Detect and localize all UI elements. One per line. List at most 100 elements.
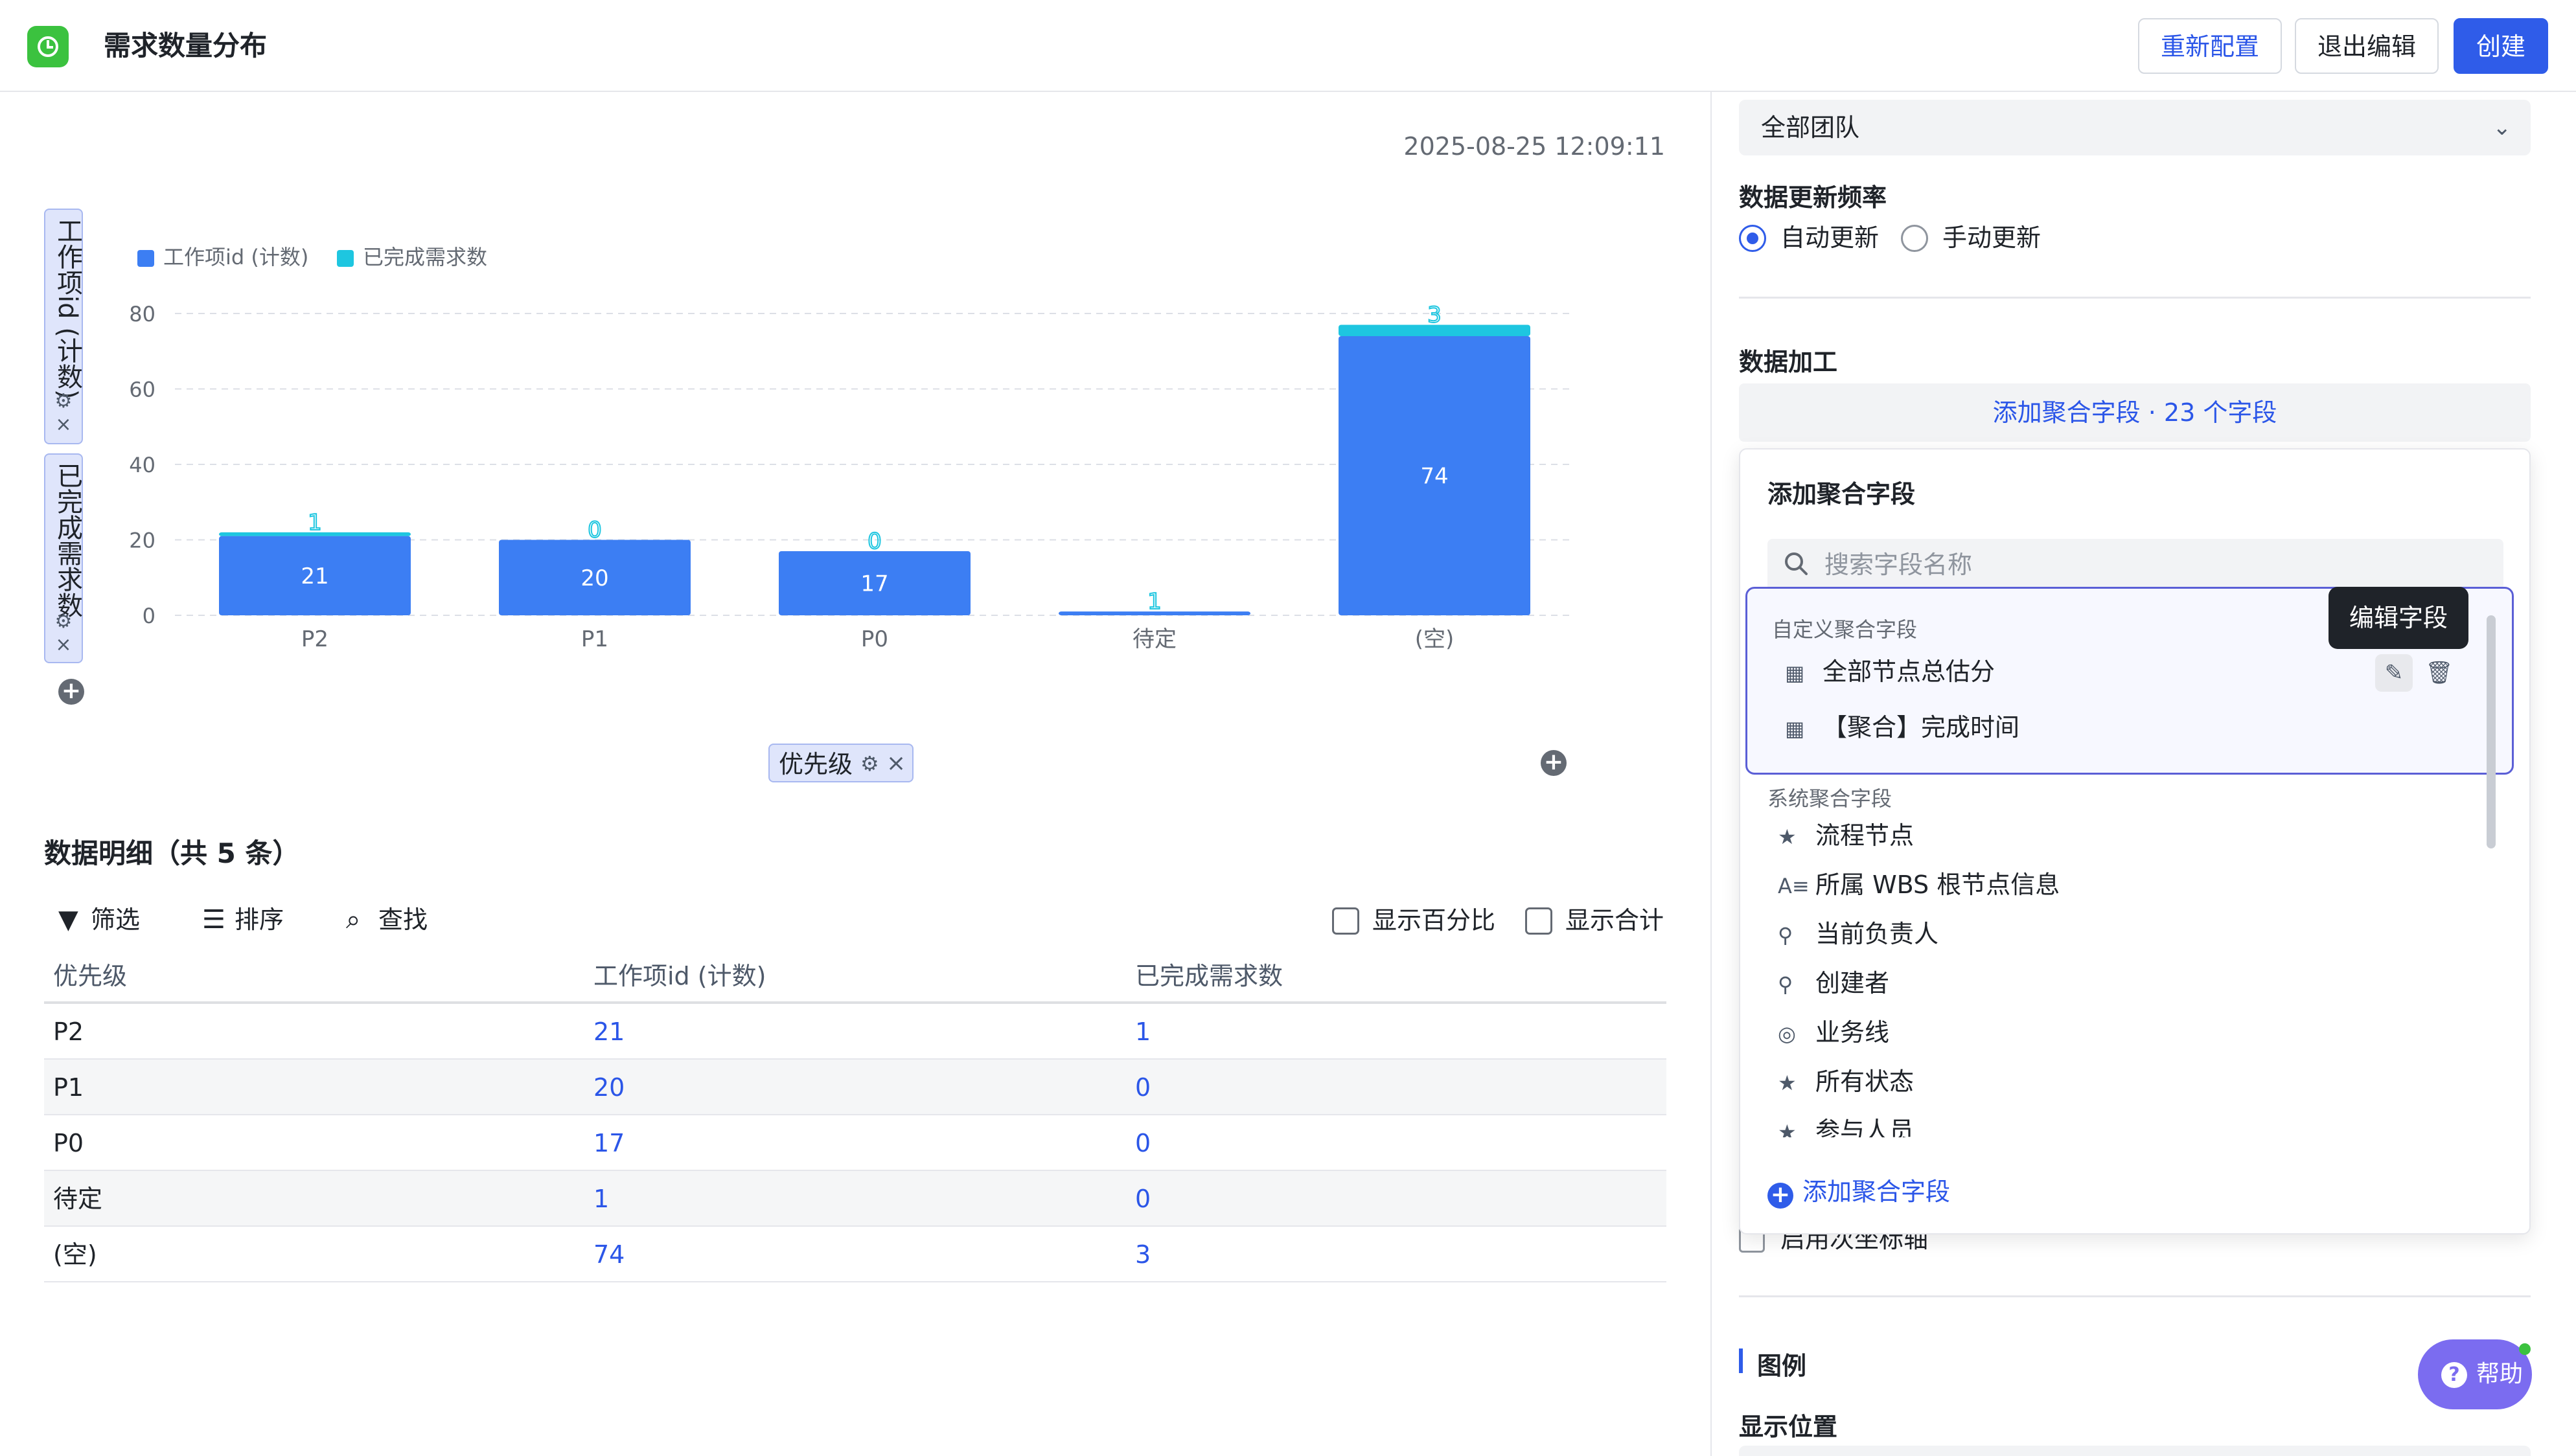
option-icon: ◎ xyxy=(1778,1021,1796,1046)
table-cell[interactable]: 1 xyxy=(593,1171,609,1227)
group-title: 系统聚合字段 xyxy=(1767,786,1892,811)
y-field-pill-label: 已完成需求数 xyxy=(52,462,82,618)
field-label: 创建者 xyxy=(1815,969,1890,997)
radio-selected-icon[interactable] xyxy=(1739,225,1766,252)
table-cell: 待定 xyxy=(53,1185,103,1213)
question-icon: ? xyxy=(2441,1362,2467,1388)
create-button[interactable]: 创建 xyxy=(2454,18,2548,74)
manual-update-radio[interactable]: 手动更新 xyxy=(1901,222,2041,254)
bar-data-label: 17 xyxy=(860,571,888,597)
find-icon: ⌕ xyxy=(346,905,361,935)
close-icon[interactable]: × xyxy=(886,750,906,777)
custom-field-item[interactable]: ▦ 全部节点总估分 xyxy=(1785,652,1995,691)
table-cell[interactable]: 3 xyxy=(1135,1227,1151,1282)
x-tick-label: P1 xyxy=(581,626,608,652)
auto-update-label: 自动更新 xyxy=(1780,223,1880,252)
field-label: 流程节点 xyxy=(1815,821,1915,850)
help-label: 帮助 xyxy=(2476,1361,2524,1387)
show-percent-checkbox[interactable]: 显示百分比 xyxy=(1332,904,1495,937)
edit-pencil-icon[interactable]: ✎ xyxy=(2375,654,2413,692)
number-field-icon: ▦ xyxy=(1785,661,1805,685)
table-cell[interactable]: 74 xyxy=(593,1227,625,1282)
system-field-item[interactable]: ⚲ 创建者 xyxy=(1778,964,1889,1003)
gear-icon[interactable]: ⚙ xyxy=(54,392,73,411)
table-row: 待定 1 0 xyxy=(44,1171,1666,1227)
column-header[interactable]: 工作项id (计数) xyxy=(593,948,766,1004)
field-search-box[interactable] xyxy=(1767,539,2503,591)
add-field-label: 添加聚合字段 xyxy=(1802,1177,1951,1206)
checkbox-box[interactable] xyxy=(1332,907,1359,935)
y-field-pill-completed[interactable]: 已完成需求数 ⚙ × xyxy=(44,453,83,663)
add-y-field-icon[interactable]: + xyxy=(58,679,84,705)
system-field-item[interactable]: A≡ 所属 WBS 根节点信息 xyxy=(1778,865,2060,904)
table-cell[interactable]: 20 xyxy=(593,1060,625,1115)
field-label: 参与人员 xyxy=(1815,1117,1915,1137)
column-header[interactable]: 已完成需求数 xyxy=(1135,948,1283,1004)
add-aggregate-field-bar[interactable]: 添加聚合字段 · 23 个字段 xyxy=(1739,383,2531,442)
add-x-field-icon[interactable]: + xyxy=(1541,750,1567,776)
table-cell: P0 xyxy=(53,1129,84,1157)
system-field-item[interactable]: ★ 参与人员 xyxy=(1778,1111,1914,1137)
y-field-pill-count[interactable]: 工作项id (计数) ⚙ × xyxy=(44,209,83,444)
help-button[interactable]: ? 帮助 xyxy=(2418,1339,2532,1409)
bar-data-label: 74 xyxy=(1420,463,1448,489)
table-cell: (空) xyxy=(53,1240,97,1269)
table-cell[interactable]: 0 xyxy=(1135,1171,1151,1227)
workflow-icon: ★ xyxy=(1778,1120,1797,1137)
show-total-checkbox[interactable]: 显示合计 xyxy=(1525,904,1664,937)
legend-position-select[interactable] xyxy=(1739,1446,2531,1456)
y-field-pill-label: 工作项id (计数) xyxy=(52,218,82,400)
add-aggregate-field-button[interactable]: + 添加聚合字段 xyxy=(1767,1174,1950,1210)
detail-table: 优先级 工作项id (计数) 已完成需求数 P2 21 1 P1 20 0 P0… xyxy=(44,948,1666,1282)
table-cell[interactable]: 21 xyxy=(593,1004,625,1060)
find-label: 查找 xyxy=(378,905,428,934)
table-cell[interactable]: 17 xyxy=(593,1115,625,1171)
table-cell[interactable]: 0 xyxy=(1135,1115,1151,1171)
reconfigure-button[interactable]: 重新配置 xyxy=(2138,18,2282,74)
gear-icon[interactable]: ⚙ xyxy=(860,751,879,776)
trash-icon[interactable]: 🗑 xyxy=(2423,654,2455,692)
system-field-item[interactable]: ★ 流程节点 xyxy=(1778,816,1914,855)
bar-data-label: 0 xyxy=(868,529,882,554)
chevron-down-icon: ⌄ xyxy=(2492,115,2512,141)
gear-icon[interactable]: ⚙ xyxy=(54,612,73,631)
bar-data-label: 21 xyxy=(301,563,328,589)
sort-button[interactable]: ☰ 排序 xyxy=(202,903,284,937)
radio-unselected-icon[interactable] xyxy=(1901,225,1928,252)
table-row: P1 20 0 xyxy=(44,1060,1666,1115)
table-cell[interactable]: 1 xyxy=(1135,1004,1151,1060)
find-button[interactable]: ⌕ 查找 xyxy=(346,903,428,937)
team-select[interactable]: 全部团队 ⌄ xyxy=(1739,100,2531,155)
table-header-row: 优先级 工作项id (计数) 已完成需求数 xyxy=(44,948,1666,1004)
data-timestamp: 2025-08-25 12:09:11 xyxy=(1403,132,1665,161)
field-label: 所有状态 xyxy=(1815,1067,1915,1096)
popover-title: 添加聚合字段 xyxy=(1767,480,1916,508)
filter-button[interactable]: ▼ 筛选 xyxy=(58,903,140,937)
add-aggregate-field-popover: 添加聚合字段 自定义聚合字段 ▦ 全部节点总估分 ▦ 【聚合】完成时间 ✎ 🗑 系统… xyxy=(1739,448,2531,1234)
workflow-icon: ★ xyxy=(1778,1071,1797,1095)
auto-update-radio[interactable]: 自动更新 xyxy=(1739,222,1879,254)
table-cell[interactable]: 0 xyxy=(1135,1060,1151,1115)
x-field-pill[interactable]: 优先级 ⚙ × xyxy=(768,744,914,782)
x-tick-label: 待定 xyxy=(1133,626,1177,652)
table-cell: P1 xyxy=(53,1073,84,1102)
y-tick-label: 20 xyxy=(129,529,155,553)
popover-scrollbar[interactable] xyxy=(2487,615,2496,848)
column-header[interactable]: 优先级 xyxy=(53,948,127,1004)
bar-data-label: 1 xyxy=(308,510,322,536)
checkbox-box[interactable] xyxy=(1525,907,1552,935)
show-percent-label: 显示百分比 xyxy=(1372,906,1496,935)
system-field-item[interactable]: ⚲ 当前负责人 xyxy=(1778,915,1938,953)
custom-field-item[interactable]: ▦ 【聚合】完成时间 xyxy=(1785,708,2019,747)
bar-data-label: 1 xyxy=(1147,589,1162,615)
system-field-item[interactable]: ◎ 业务线 xyxy=(1778,1013,1889,1052)
exit-edit-button[interactable]: 退出编辑 xyxy=(2295,18,2439,74)
system-field-item[interactable]: ★ 所有状态 xyxy=(1778,1062,1914,1101)
close-icon[interactable]: × xyxy=(54,415,73,435)
group-title: 自定义聚合字段 xyxy=(1772,617,1918,642)
date-field-icon: ▦ xyxy=(1785,716,1805,741)
close-icon[interactable]: × xyxy=(54,635,73,655)
bar-data-label: 0 xyxy=(588,518,602,543)
search-input[interactable] xyxy=(1824,539,2485,591)
y-tick-label: 60 xyxy=(129,378,155,402)
